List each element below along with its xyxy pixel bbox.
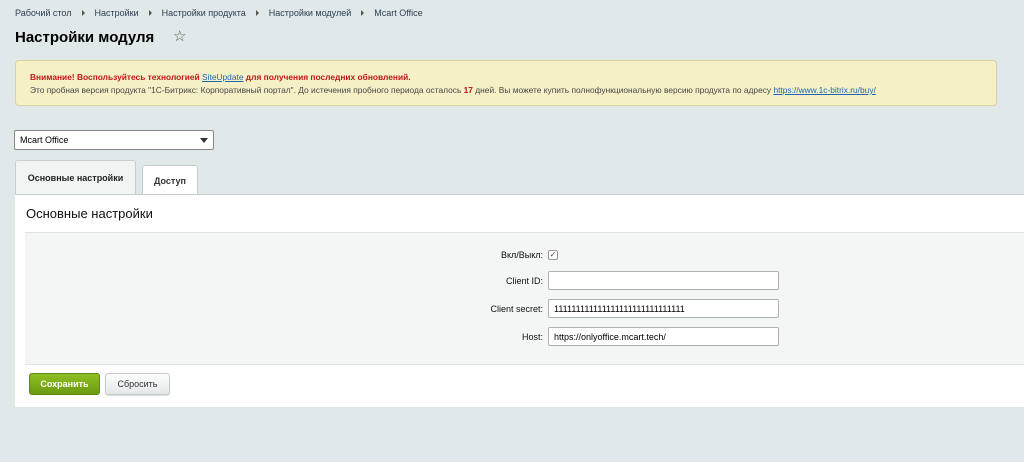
client-id-input[interactable] (548, 271, 779, 290)
buy-link[interactable]: https://www.1c-bitrix.ru/buy/ (773, 85, 875, 95)
breadcrumb-item-product-settings[interactable]: Настройки продукта (162, 8, 246, 18)
enabled-checkbox[interactable]: ✓ (548, 250, 558, 260)
chevron-right-icon (361, 10, 365, 16)
chevron-right-icon (148, 10, 152, 16)
settings-panel: Основные настройки Вкл/Выкл: ✓ Client ID… (15, 194, 1024, 407)
tab-main-settings[interactable]: Основные настройки (15, 160, 136, 195)
star-icon[interactable]: ☆ (173, 29, 187, 44)
save-button[interactable]: Сохранить (29, 373, 100, 395)
client-secret-label: Client secret: (490, 303, 543, 314)
breadcrumb-item-module-settings[interactable]: Настройки модулей (269, 8, 351, 18)
update-warning: Внимание! Воспользуйтесь технологией Sit… (30, 72, 411, 82)
breadcrumb-item-mcart-office[interactable]: Mcart Office (374, 8, 422, 18)
page-title: Настройки модуля (15, 29, 155, 46)
client-id-label: Client ID: (505, 275, 543, 286)
host-label: Host: (521, 331, 543, 342)
client-secret-input[interactable]: 111111111111111111111111111111 (548, 299, 779, 318)
siteupdate-link[interactable]: SiteUpdate (202, 72, 243, 82)
module-select-value: Mcart Office (20, 135, 69, 145)
trial-message: Это пробная версия продукта "1С-Битрикс:… (30, 85, 876, 95)
breadcrumb-item-desktop[interactable]: Рабочий стол (15, 8, 72, 18)
trial-notice: Внимание! Воспользуйтесь технологией Sit… (15, 60, 997, 106)
row-enabled: Вкл/Выкл: ✓ (25, 250, 558, 260)
row-host: Host: https://onlyoffice.mcart.tech/ (25, 327, 779, 346)
chevron-down-icon (200, 137, 208, 143)
chevron-right-icon (255, 10, 259, 16)
trial-days-count: 17 (463, 85, 473, 95)
module-select[interactable]: Mcart Office (14, 130, 214, 150)
panel-title: Основные настройки (26, 206, 153, 221)
reset-button[interactable]: Сбросить (105, 373, 170, 395)
row-client-secret: Client secret: 1111111111111111111111111… (25, 299, 779, 318)
enabled-label: Вкл/Выкл: (500, 250, 543, 260)
row-client-id: Client ID: (25, 271, 779, 290)
tab-access[interactable]: Доступ (142, 165, 198, 195)
breadcrumb: Рабочий стол Настройки Настройки продукт… (15, 8, 423, 18)
breadcrumb-item-settings[interactable]: Настройки (95, 8, 139, 18)
settings-form: Вкл/Выкл: ✓ Client ID: Client secret: 11… (25, 232, 1024, 365)
check-icon: ✓ (549, 250, 557, 259)
chevron-right-icon (81, 10, 85, 16)
host-input[interactable]: https://onlyoffice.mcart.tech/ (548, 327, 779, 346)
